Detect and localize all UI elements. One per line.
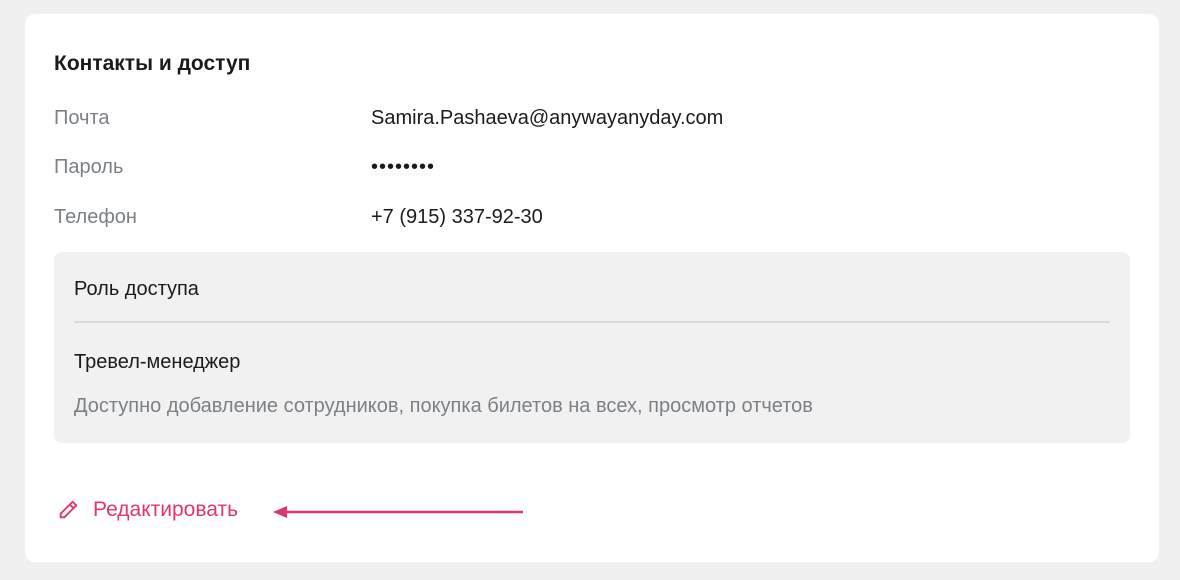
access-role-panel: Роль доступа Тревел-менеджер Доступно до… [54,252,1130,443]
contacts-access-card: Контакты и доступ Почта Samira.Pashaeva@… [25,14,1159,562]
access-role-heading: Роль доступа [74,278,199,300]
pointer-arrow-icon [273,506,523,518]
email-label: Почта [54,107,110,129]
section-title: Контакты и доступ [54,52,251,75]
edit-button-label: Редактировать [93,498,239,521]
phone-value: +7 (915) 337-92-30 [371,206,543,228]
password-label: Пароль [54,156,124,178]
pencil-icon [57,499,79,521]
access-role-description: Доступно добавление сотрудников, покупка… [74,395,813,417]
divider [74,321,1110,323]
edit-button[interactable]: Редактировать [57,498,238,522]
access-role-name: Тревел-менеджер [74,351,241,373]
phone-label: Телефон [54,206,137,228]
password-value: •••••••• [371,156,436,178]
email-value: Samira.Pashaeva@anywayanyday.com [371,107,724,129]
